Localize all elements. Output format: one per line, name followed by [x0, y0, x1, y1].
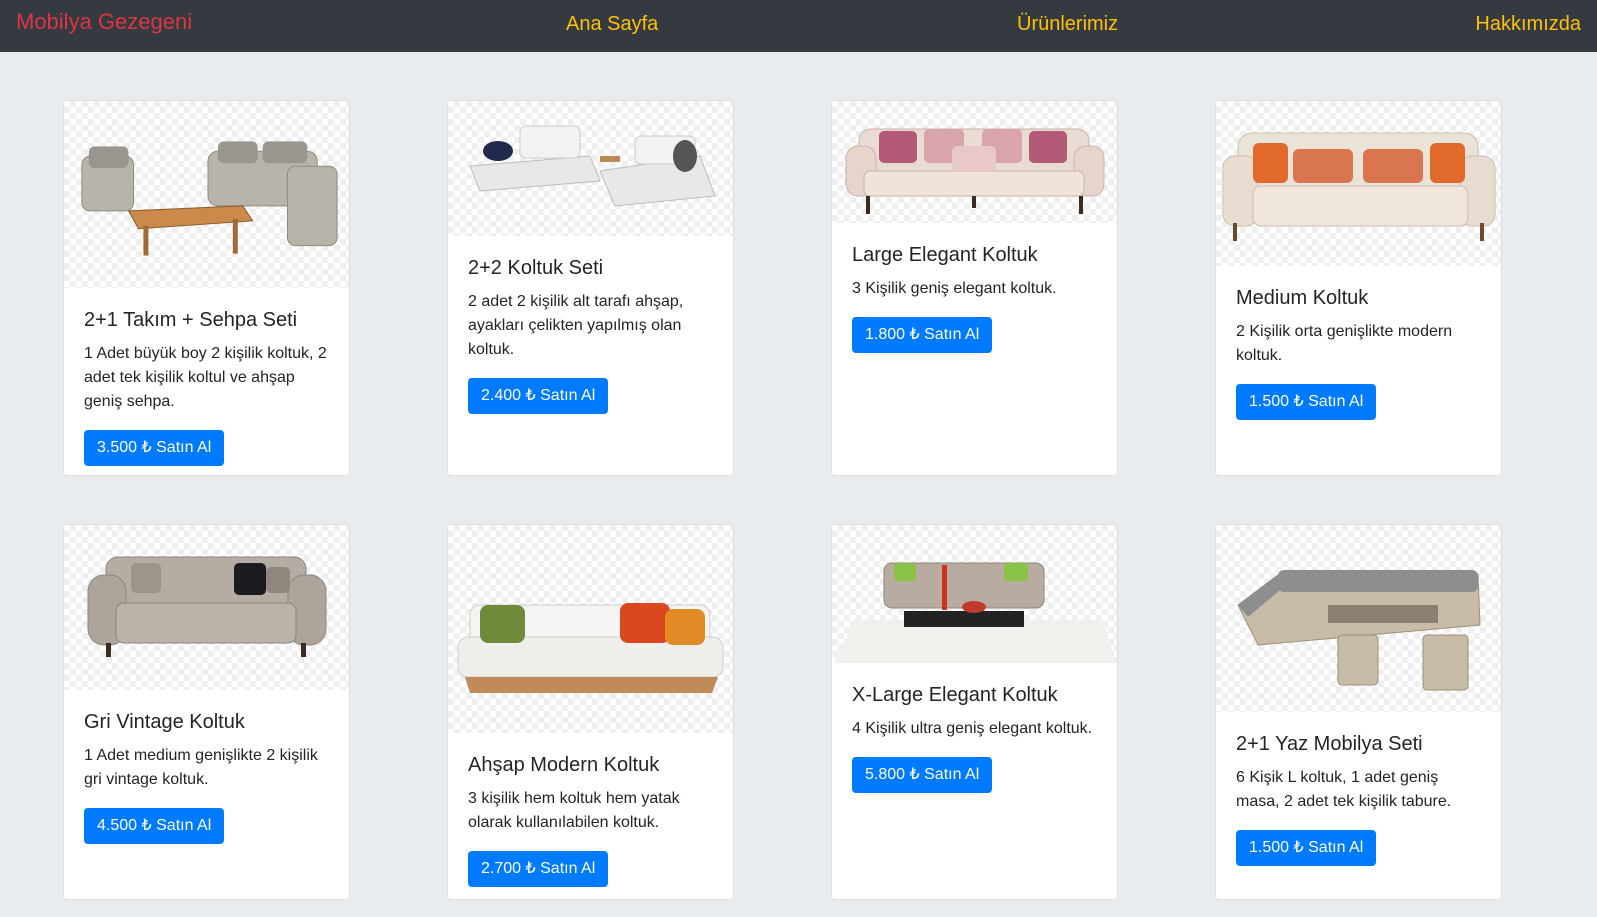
product-image: [1216, 101, 1501, 266]
product-description: 2 adet 2 kişilik alt tarafı ahşap, ayakl…: [468, 293, 684, 358]
product-card: 2+2 Koltuk Seti 2 adet 2 kişilik alt tar…: [447, 100, 734, 476]
buy-button-price: 2.400 ₺: [481, 387, 536, 404]
product-description: 1 Adet büyük boy 2 kişilik koltuk, 2 ade…: [84, 345, 327, 410]
buy-button[interactable]: 4.500 ₺ Satın Al: [84, 808, 225, 844]
brand-logo-link[interactable]: Mobilya Gezegeni: [16, 9, 192, 35]
buy-button-label: Satın Al: [156, 439, 212, 456]
product-image: [448, 525, 733, 733]
product-card: Medium Koltuk 2 Kişilik orta genişlikte …: [1215, 100, 1502, 476]
product-card: 2+1 Takım + Sehpa Seti 1 Adet büyük boy …: [63, 100, 350, 476]
product-title: Medium Koltuk: [1236, 287, 1369, 309]
product-title: 2+2 Koltuk Seti: [468, 257, 604, 279]
buy-button-price: 4.500 ₺: [97, 817, 152, 834]
product-title: Large Elegant Koltuk: [852, 244, 1038, 266]
buy-button[interactable]: 1.500 ₺ Satın Al: [1236, 830, 1377, 866]
product-description: 3 kişilik hem koltuk hem yatak olarak ku…: [468, 790, 680, 831]
product-description: 3 Kişilik geniş elegant koltuk.: [852, 280, 1057, 297]
product-card: X-Large Elegant Koltuk 4 Kişilik ultra g…: [831, 524, 1118, 900]
grey-sofa-with-rug-image: [834, 562, 1115, 663]
white-modular-sofa-image: [469, 125, 716, 207]
nav-link-products[interactable]: Ürünlerimiz: [1017, 13, 1118, 36]
white-sofa-wooden-base-image: [457, 603, 724, 693]
product-card: Gri Vintage Koltuk 1 Adet medium genişli…: [63, 524, 350, 900]
buy-button-label: Satın Al: [156, 817, 212, 834]
product-title: X-Large Elegant Koltuk: [852, 684, 1058, 706]
product-image: [64, 525, 349, 690]
product-image: [448, 101, 733, 236]
buy-button-label: Satın Al: [540, 387, 596, 404]
product-image: [832, 101, 1117, 223]
product-image: [832, 525, 1117, 663]
buy-button-price: 1.800 ₺: [865, 326, 920, 343]
buy-button-label: Satın Al: [924, 326, 980, 343]
beige-sofa-orange-cushions-image: [1222, 132, 1496, 241]
buy-button[interactable]: 5.800 ₺ Satın Al: [852, 757, 993, 793]
wicker-l-sofa-dining-set-image: [1237, 570, 1481, 691]
product-title: 2+1 Takım + Sehpa Seti: [84, 309, 298, 331]
buy-button-label: Satın Al: [540, 860, 596, 877]
product-title: 2+1 Yaz Mobilya Seti: [1236, 733, 1423, 755]
product-image: [64, 101, 349, 288]
buy-button-label: Satın Al: [924, 766, 980, 783]
nav-link-home[interactable]: Ana Sayfa: [566, 13, 658, 36]
product-description: 6 Kişik L koltuk, 1 adet geniş masa, 2 a…: [1236, 769, 1452, 810]
product-card: Large Elegant Koltuk 3 Kişilik geniş ele…: [831, 100, 1118, 476]
top-navbar: Mobilya Gezegeni Ana Sayfa Ürünlerimiz H…: [0, 0, 1597, 52]
buy-button[interactable]: 1.800 ₺ Satın Al: [852, 317, 993, 353]
product-description: 4 Kişilik ultra geniş elegant koltuk.: [852, 720, 1093, 737]
product-title: Ahşap Modern Koltuk: [468, 754, 660, 776]
buy-button[interactable]: 1.500 ₺ Satın Al: [1236, 384, 1377, 420]
buy-button[interactable]: 2.400 ₺ Satın Al: [468, 378, 609, 414]
buy-button-price: 5.800 ₺: [865, 766, 920, 783]
product-description: 1 Adet medium genişlikte 2 kişilik gri v…: [84, 747, 318, 788]
wicker-sofa-set-image: [81, 141, 338, 256]
product-image: [1216, 525, 1501, 712]
buy-button-label: Satın Al: [1308, 839, 1364, 856]
buy-button-price: 3.500 ₺: [97, 439, 152, 456]
nav-link-about[interactable]: Hakkımızda: [1475, 13, 1581, 36]
product-description: 2 Kişilik orta genişlikte modern koltuk.: [1236, 323, 1453, 364]
product-title: Gri Vintage Koltuk: [84, 711, 245, 733]
product-card: 2+1 Yaz Mobilya Seti 6 Kişik L koltuk, 1…: [1215, 524, 1502, 900]
buy-button-price: 2.700 ₺: [481, 860, 536, 877]
product-card: Ahşap Modern Koltuk 3 kişilik hem koltuk…: [447, 524, 734, 900]
grey-vintage-sofa-image: [87, 556, 327, 657]
buy-button[interactable]: 2.700 ₺ Satın Al: [468, 851, 609, 887]
buy-button[interactable]: 3.500 ₺ Satın Al: [84, 430, 225, 466]
buy-button-price: 1.500 ₺: [1249, 393, 1304, 410]
buy-button-label: Satın Al: [1308, 393, 1364, 410]
cream-elegant-sofa-image: [845, 128, 1105, 214]
buy-button-price: 1.500 ₺: [1249, 839, 1304, 856]
